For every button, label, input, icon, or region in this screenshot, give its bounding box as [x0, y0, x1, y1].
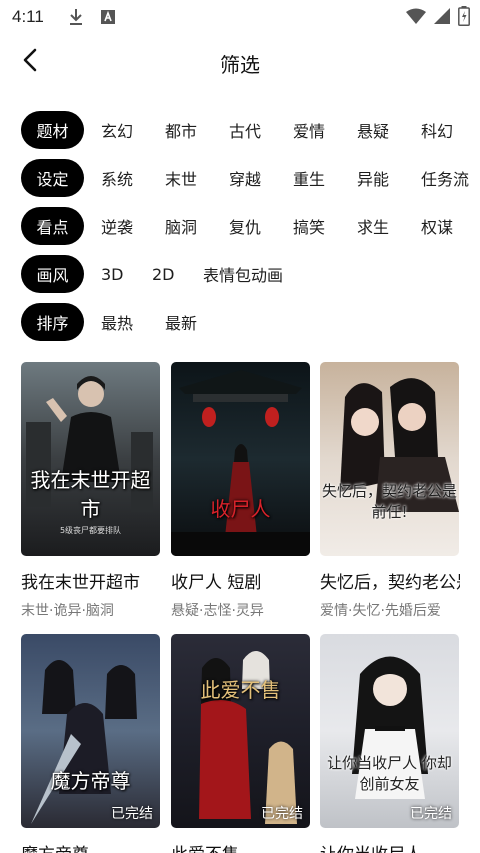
comic-tags: 悬疑·志怪·灵异	[171, 603, 264, 619]
comic-title[interactable]: 让你当收尸人	[320, 840, 460, 853]
completed-badge: 已完结	[410, 806, 452, 822]
completed-badge: 已完结	[261, 806, 303, 822]
comic-card[interactable]: 失忆后，契约老公是前任! 失忆后，契约老公是前任 爱情·失忆·先婚后爱	[320, 362, 460, 620]
comic-tags: 末世·诡异·脑洞	[21, 603, 114, 619]
filter-option[interactable]: 求生	[357, 214, 421, 238]
filter-option[interactable]: 重生	[293, 166, 357, 190]
filter-options-sort: 最热 最新	[101, 310, 229, 334]
status-bar: 4:11	[0, 0, 480, 34]
filter-option[interactable]: 任务流	[421, 166, 480, 190]
filter-option[interactable]: 脑洞	[165, 214, 229, 238]
comic-title[interactable]: 失忆后，契约老公是前任	[320, 568, 460, 593]
filter-option[interactable]: 科幻	[421, 118, 480, 142]
comic-card[interactable]: 让你当收尸人 你却创前女友 已完结 让你当收尸人	[320, 634, 460, 853]
filter-option[interactable]: 最新	[165, 310, 229, 334]
filter-panel: 题材 玄幻 都市 古代 爱情 悬疑 科幻 设定 系统 末世 穿越 重生 异能 任…	[0, 106, 480, 346]
cover-title-art: 失忆后，契约老公是前任!	[321, 482, 457, 521]
filter-row-sort: 排序 最热 最新	[0, 298, 480, 346]
filter-label-art-style[interactable]: 画风	[21, 255, 84, 293]
filter-options-highlight: 逆袭 脑洞 复仇 搞笑 求生 权谋	[101, 214, 480, 238]
filter-option[interactable]: 权谋	[421, 214, 480, 238]
a-notification-icon	[98, 7, 118, 27]
cover-title-art: 魔方帝尊	[50, 769, 131, 793]
cover-title-art: 我在末世开超市	[30, 468, 151, 521]
cover-title-art: 让你当收尸人 你却创前女友	[327, 754, 452, 793]
comic-title[interactable]: 收尸人 短剧	[171, 568, 311, 593]
filter-label-genre[interactable]: 题材	[21, 111, 84, 149]
cover-title-art: 收尸人	[210, 497, 271, 521]
page-title: 筛选	[220, 53, 260, 77]
filter-label-setting[interactable]: 设定	[21, 159, 84, 197]
filter-option[interactable]: 玄幻	[101, 118, 165, 142]
comic-tags: 爱情·失忆·先婚后爱	[320, 603, 441, 619]
comic-cover[interactable]: 让你当收尸人 你却创前女友 已完结	[320, 634, 459, 828]
filter-option[interactable]: 表情包动画	[203, 262, 283, 286]
comic-card[interactable]: 我在末世开超市 5级丧尸都要排队 我在末世开超市 末世·诡异·脑洞	[21, 362, 161, 620]
filter-option[interactable]: 复仇	[229, 214, 293, 238]
filter-option[interactable]: 最热	[101, 310, 165, 334]
filter-option[interactable]: 逆袭	[101, 214, 165, 238]
cover-subtitle-art: 5级丧尸都要排队	[59, 526, 122, 535]
comic-card[interactable]: 魔方帝尊 已完结 魔方帝尊	[21, 634, 161, 853]
filter-row-art-style: 画风 3D 2D 表情包动画	[0, 250, 480, 298]
comic-title[interactable]: 我在末世开超市	[21, 568, 161, 593]
comic-card[interactable]: 收尸人 收尸人 短剧 悬疑·志怪·灵异	[171, 362, 311, 620]
filter-option[interactable]: 末世	[165, 166, 229, 190]
comic-cover[interactable]: 此爱不售 已完结	[171, 634, 310, 828]
cover-title-art: 此爱不售	[200, 678, 281, 702]
filter-option[interactable]: 异能	[357, 166, 421, 190]
filter-row-setting: 设定 系统 末世 穿越 重生 异能 任务流	[0, 154, 480, 202]
comic-cover[interactable]: 收尸人	[171, 362, 310, 556]
filter-option[interactable]: 系统	[101, 166, 165, 190]
status-time: 4:11	[12, 7, 44, 26]
filter-options-setting: 系统 末世 穿越 重生 异能 任务流	[101, 166, 480, 190]
comic-cover[interactable]: 我在末世开超市 5级丧尸都要排队	[21, 362, 160, 556]
filter-option[interactable]: 搞笑	[293, 214, 357, 238]
comic-cover[interactable]: 魔方帝尊 已完结	[21, 634, 160, 828]
comic-title[interactable]: 此爱不售	[171, 840, 311, 853]
filter-option[interactable]: 悬疑	[357, 118, 421, 142]
filter-option[interactable]: 穿越	[229, 166, 293, 190]
filter-label-sort[interactable]: 排序	[21, 303, 84, 341]
filter-option[interactable]: 爱情	[293, 118, 357, 142]
wifi-icon	[406, 8, 426, 28]
filter-options-genre: 玄幻 都市 古代 爱情 悬疑 科幻	[101, 118, 480, 142]
comic-card[interactable]: 此爱不售 已完结 此爱不售	[171, 634, 311, 853]
completed-badge: 已完结	[111, 806, 153, 822]
filter-option[interactable]: 3D	[101, 265, 152, 284]
filter-option[interactable]: 2D	[152, 265, 203, 284]
filter-row-genre: 题材 玄幻 都市 古代 爱情 悬疑 科幻	[0, 106, 480, 154]
cellular-signal-icon	[434, 8, 450, 28]
comic-cover[interactable]: 失忆后，契约老公是前任!	[320, 362, 459, 556]
filter-option[interactable]: 古代	[229, 118, 293, 142]
filter-option[interactable]: 都市	[165, 118, 229, 142]
header: 筛选	[0, 34, 480, 90]
download-icon	[66, 7, 86, 27]
comic-title[interactable]: 魔方帝尊	[21, 840, 161, 853]
filter-row-highlight: 看点 逆袭 脑洞 复仇 搞笑 求生 权谋	[0, 202, 480, 250]
battery-charging-icon	[458, 6, 470, 30]
filter-options-art-style: 3D 2D 表情包动画	[101, 262, 283, 286]
filter-label-highlight[interactable]: 看点	[21, 207, 84, 245]
